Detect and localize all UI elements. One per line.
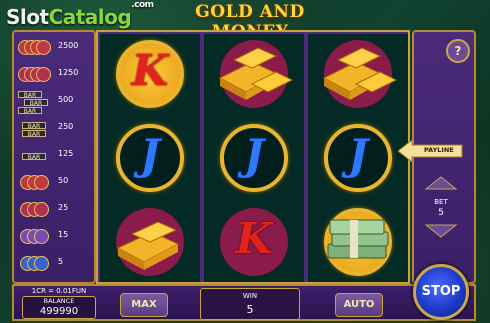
bar-double-icon: BAR BAR [18,121,52,138]
watermark-logo: SlotCatalog.com [6,0,154,29]
watermark-suffix: .com [131,0,154,11]
watermark-part2: Catalog [48,5,132,29]
balance-value: 499990 [39,306,79,317]
help-button[interactable]: ? [446,39,470,63]
k-symbol: K [212,204,296,280]
paytable-value: 5 [58,257,64,266]
paytable-row: 5 [18,254,94,274]
paytable-panel: 2500 1250 BAR BAR BAR 500 BAR BAR 250 BA… [12,30,96,284]
gold-bars-symbol [108,204,192,280]
win-value: 5 [246,303,254,316]
payline-indicator: PAYLINE [398,140,464,162]
paytable-coins-icon [18,40,52,56]
k-symbol: K [108,36,192,112]
paytable-value: 250 [58,122,74,131]
credit-rate: 1CR = 0.01FUN [31,287,87,295]
win-label: WIN [242,292,258,300]
paytable-value: 500 [58,95,74,104]
balance-label: BALANCE [43,297,75,305]
max-bet-button[interactable]: MAX [120,293,168,317]
paytable-row: 1250 [18,65,94,85]
paytable-row: 50 [18,173,94,193]
paytable-row: BAR 125 [18,146,94,166]
gold-bars-symbol [316,36,400,112]
paytable-coins-icon [18,175,52,191]
j-symbol: J [316,120,400,196]
paytable-value: 2500 [58,41,79,50]
paytable-value: 15 [58,230,69,239]
paytable-coins-icon [18,229,52,245]
gold-bars-symbol [212,36,296,112]
stop-button[interactable]: STOP [413,264,469,320]
j-symbol: J [108,120,192,196]
bar-triple-icon: BAR BAR BAR [18,91,52,115]
payline-label: PAYLINE [424,146,454,154]
paytable-coins-icon [18,256,52,272]
paytable-value: 1250 [58,68,79,77]
reel-1: K J [100,34,200,282]
paytable-row: 25 [18,200,94,220]
paytable-row: BAR BAR 250 [18,119,94,139]
bet-label: BET [434,198,448,206]
paytable-row: 15 [18,227,94,247]
paytable-row: 2500 [18,38,94,58]
bar-single-icon: BAR [18,148,52,164]
bet-value: 5 [438,208,444,218]
bet-down-arrow-icon[interactable] [424,224,458,238]
bet-up-arrow-icon[interactable] [424,176,458,190]
paytable-value: 25 [58,203,69,212]
paytable-value: 125 [58,149,74,158]
stop-label: STOP [421,284,461,299]
paytable-coins-icon [18,67,52,83]
money-stack-symbol [316,204,400,280]
reels-frame: K J J K J [96,30,410,284]
reel-2: J K [204,34,304,282]
j-symbol: J [212,120,296,196]
reel-3: J [308,34,408,282]
paytable-value: 50 [58,176,69,185]
paytable-row: BAR BAR BAR 500 [18,91,94,115]
watermark-part1: Slot [6,5,49,29]
paytable-coins-icon [18,202,52,218]
auto-button[interactable]: AUTO [335,293,383,317]
